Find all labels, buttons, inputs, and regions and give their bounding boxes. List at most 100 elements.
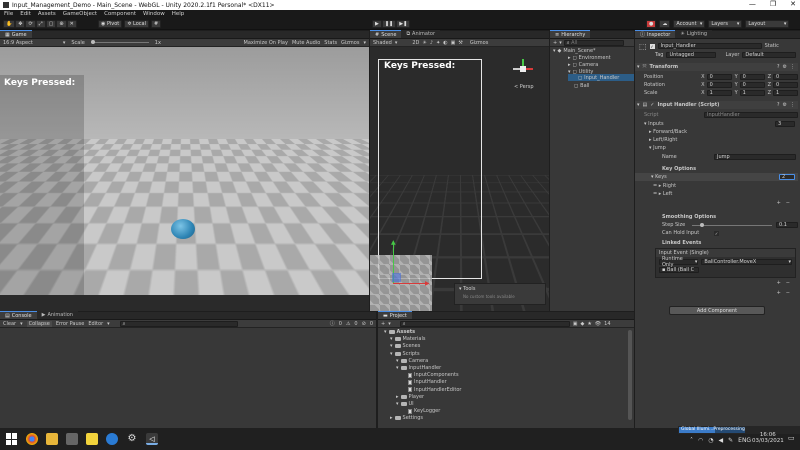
scene-viewport[interactable]: ▲ ▶ Keys Pressed: < Persp ▾ Tools No cus… bbox=[370, 47, 549, 311]
project-tree-item[interactable]: ▸ Settings bbox=[390, 415, 423, 421]
custom-tool-icon[interactable]: ✕ bbox=[66, 20, 77, 28]
lighting-toggle-icon[interactable]: ☀ bbox=[422, 40, 426, 46]
rotate-tool-icon[interactable]: ⟳ bbox=[25, 20, 36, 28]
sticky-notes-icon[interactable] bbox=[86, 433, 98, 445]
project-tree-item[interactable]: ▾ InputHandler bbox=[396, 365, 441, 371]
hierarchy-item-ball[interactable]: ◻ Ball bbox=[574, 83, 589, 89]
step-size-slider[interactable] bbox=[692, 222, 772, 227]
expand-arrow-icon[interactable]: ▾ bbox=[390, 336, 393, 342]
maximize-button[interactable]: ❐ bbox=[770, 0, 776, 8]
layer-dropdown[interactable]: Default bbox=[742, 52, 797, 58]
key-item-left[interactable]: = ▸ Left bbox=[635, 190, 798, 198]
pivot-toggle[interactable]: ◉ Pivot bbox=[98, 20, 123, 28]
expand-arrow-icon[interactable]: ▾ bbox=[390, 351, 393, 357]
media-player-icon[interactable] bbox=[66, 433, 78, 445]
project-tree-item[interactable]: ▾ Scripts bbox=[390, 351, 420, 357]
add-component-button[interactable]: Add Component bbox=[669, 306, 765, 315]
settings-icon[interactable]: ⚙ bbox=[783, 102, 787, 108]
notifications-icon[interactable]: ▭ bbox=[788, 434, 795, 442]
shading-dropdown[interactable]: Shaded bbox=[373, 40, 392, 46]
unity-taskbar-icon[interactable]: ◁ bbox=[146, 433, 158, 445]
hand-tool-icon[interactable]: ✋ bbox=[3, 20, 16, 28]
language-indicator[interactable]: ENG bbox=[738, 437, 751, 444]
input-item-jump[interactable]: ▾ Jump bbox=[635, 144, 798, 152]
scale-tool-icon[interactable]: ⤢ bbox=[35, 20, 46, 28]
hierarchy-scene-item[interactable]: ▾ ◆ Main_Scene* bbox=[553, 48, 596, 54]
perspective-label[interactable]: < Persp bbox=[514, 84, 534, 90]
collapse-toggle[interactable]: Collapse bbox=[26, 320, 52, 327]
error-count-icon[interactable]: ⊘ bbox=[362, 321, 366, 327]
input-item-forward-back[interactable]: ▸ Forward/Back bbox=[635, 128, 798, 136]
menu-window[interactable]: Window bbox=[143, 11, 165, 17]
input-item-left-right[interactable]: ▸ Left/Right bbox=[635, 136, 798, 144]
position-y-field[interactable]: 0 bbox=[739, 74, 765, 80]
layout-dropdown[interactable]: Layout ▾ bbox=[745, 20, 790, 28]
project-tree-item[interactable]: InputHandlerEditor bbox=[402, 387, 461, 393]
error-pause-toggle[interactable]: Error Pause bbox=[56, 321, 84, 327]
progress-bar[interactable]: Global Illumi...Preprocessing bbox=[679, 427, 745, 433]
stats-toggle[interactable]: Stats bbox=[324, 40, 337, 46]
filter-type-icon[interactable]: ▣ bbox=[573, 321, 578, 327]
ball[interactable] bbox=[171, 219, 195, 239]
key-item-right[interactable]: = ▸ Right bbox=[635, 182, 798, 190]
maximize-on-play-toggle[interactable]: Maximize On Play bbox=[244, 40, 288, 46]
filter-label-icon[interactable]: ◆ bbox=[580, 321, 584, 327]
step-size-slider-thumb[interactable] bbox=[700, 222, 704, 227]
project-tree-item[interactable]: ▾ Camera bbox=[396, 358, 428, 364]
active-checkbox[interactable]: ✓ bbox=[649, 43, 655, 49]
hierarchy-item-camera[interactable]: ▸ ◻ Camera bbox=[568, 62, 598, 68]
project-tree-item[interactable]: ▾ UI bbox=[396, 401, 414, 407]
expand-arrow-icon[interactable]: ▾ bbox=[396, 365, 399, 371]
tab-console[interactable]: ▤ Console bbox=[0, 311, 37, 319]
inputs-size-field[interactable]: 3 bbox=[775, 121, 795, 127]
settings-icon[interactable]: ⚙ bbox=[783, 64, 787, 70]
transform-tool-icon[interactable]: ⊕ bbox=[56, 20, 67, 28]
menu-gameobject[interactable]: GameObject bbox=[63, 11, 97, 17]
step-size-field[interactable]: 0.1 bbox=[776, 222, 798, 228]
more-icon[interactable]: ⋮ bbox=[790, 64, 795, 70]
project-tree-item[interactable]: ▸ Player bbox=[396, 394, 424, 400]
keys-row[interactable]: ▾ Keys 2 bbox=[635, 173, 798, 181]
cloud-icon[interactable]: ☁ bbox=[659, 20, 671, 28]
clear-button[interactable]: Clear bbox=[3, 321, 16, 327]
project-tree-item[interactable]: InputHandler bbox=[402, 379, 447, 385]
create-button[interactable]: + bbox=[381, 321, 385, 327]
settings-gear-icon[interactable]: ⚙ bbox=[126, 433, 138, 445]
tab-game[interactable]: ▦ Game bbox=[0, 30, 32, 38]
menu-help[interactable]: Help bbox=[172, 11, 185, 17]
aspect-dropdown[interactable]: 16:9 Aspect bbox=[3, 40, 33, 46]
grid-snap-icon[interactable]: # bbox=[151, 20, 162, 28]
xy-plane-handle[interactable] bbox=[392, 273, 401, 282]
input-handler-header[interactable]: ▾ ▤ ✓ Input Handler (Script) ? ⚙ ⋮ bbox=[635, 101, 798, 109]
tab-project[interactable]: ▬ Project bbox=[378, 311, 412, 319]
can-hold-input-checkbox[interactable]: ✓ bbox=[714, 230, 719, 236]
local-toggle[interactable]: ✲ Local bbox=[124, 20, 150, 28]
clock[interactable]: 16:06 03/03/2021 bbox=[752, 432, 784, 444]
x-arrow-icon[interactable]: ▶ bbox=[425, 280, 430, 287]
project-tree-item[interactable]: ▾ Materials bbox=[390, 336, 425, 342]
chevron-down-icon[interactable]: ▾ bbox=[459, 286, 462, 292]
drag-handle-icon[interactable]: = bbox=[653, 191, 657, 197]
volume-icon[interactable]: ◀ bbox=[719, 437, 724, 444]
add-input-button[interactable]: + bbox=[777, 290, 781, 296]
tab-lighting[interactable]: ☀ Lighting bbox=[675, 30, 713, 38]
scale-slider[interactable] bbox=[90, 40, 149, 44]
runtime-dropdown[interactable]: Runtime Only ▾ bbox=[659, 256, 699, 268]
project-search-input[interactable]: ⌕ bbox=[399, 320, 570, 327]
tab-hierarchy[interactable]: ≡ Hierarchy bbox=[550, 30, 591, 38]
target-object-field[interactable]: ▪ Ball (Ball C bbox=[659, 267, 699, 273]
tag-dropdown[interactable]: Untagged bbox=[666, 52, 717, 58]
hierarchy-search-input[interactable]: ⌕ All bbox=[563, 39, 624, 46]
play-button-icon[interactable]: ▶ bbox=[372, 20, 382, 28]
project-tree-item[interactable]: ▾ Assets bbox=[384, 329, 415, 335]
scale-z-field[interactable]: 1 bbox=[773, 90, 799, 96]
position-z-field[interactable]: 0 bbox=[773, 74, 799, 80]
collab-icon[interactable]: ● bbox=[646, 20, 657, 28]
position-x-field[interactable]: 0 bbox=[706, 74, 732, 80]
transform-header[interactable]: ▾ ⤧ Transform ? ⚙ ⋮ bbox=[635, 63, 798, 71]
orientation-gizmo[interactable] bbox=[513, 59, 533, 79]
component-enabled-checkbox[interactable]: ✓ bbox=[650, 102, 654, 108]
remove-input-button[interactable]: − bbox=[786, 290, 790, 296]
effects-toggle-icon[interactable]: ✦ bbox=[436, 40, 440, 46]
project-tree-item[interactable]: InputComponents bbox=[402, 372, 459, 378]
